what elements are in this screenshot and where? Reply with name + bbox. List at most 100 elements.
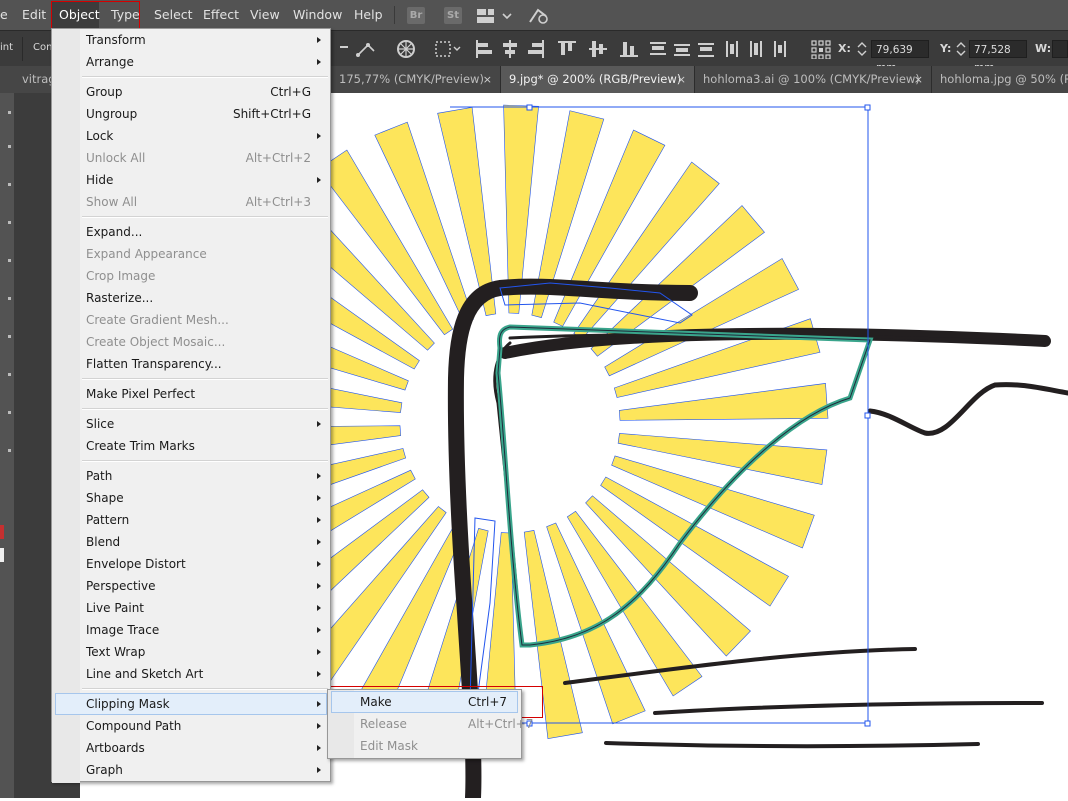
workspace-layout-icon[interactable]: [476, 8, 512, 24]
tool-markers: [0, 111, 11, 562]
menu-item-create-gradient-mesh: Create Gradient Mesh...: [52, 309, 330, 331]
menu-item-artboards[interactable]: Artboards: [52, 737, 330, 759]
menu-item-make-pixel-perfect[interactable]: Make Pixel Perfect: [52, 383, 330, 405]
recolor-artwork-icon[interactable]: [396, 39, 416, 59]
menubar-divider: [394, 6, 395, 24]
menu-view[interactable]: View: [250, 0, 280, 30]
w-field[interactable]: [1052, 40, 1068, 58]
submenu-arrow-icon: [317, 767, 321, 773]
menu-item-label: Compound Path: [86, 719, 182, 733]
menu-item-shortcut: Alt+Ctrl+2: [245, 151, 311, 165]
submenu-item-label: Make: [360, 695, 392, 709]
menu-item-flatten-transparency[interactable]: Flatten Transparency...: [52, 353, 330, 375]
menu-item-create-trim-marks[interactable]: Create Trim Marks: [52, 435, 330, 457]
submenu-arrow-icon: [317, 561, 321, 567]
menu-item-transform[interactable]: Transform: [52, 29, 330, 51]
menu-item-label: Clipping Mask: [86, 697, 170, 711]
tab-close-icon[interactable]: ×: [483, 66, 492, 93]
menu-item-text-wrap[interactable]: Text Wrap: [52, 641, 330, 663]
menu-item-live-paint[interactable]: Live Paint: [52, 597, 330, 619]
menu-item-line-and-sketch-art[interactable]: Line and Sketch Art: [52, 663, 330, 685]
menu-bar: e Edit Object Type Select Effect View Wi…: [0, 0, 1068, 30]
menu-item-compound-path[interactable]: Compound Path: [52, 715, 330, 737]
menu-item-clipping-mask[interactable]: Clipping Mask: [52, 693, 330, 715]
submenu-arrow-icon: [317, 177, 321, 183]
menu-item-rasterize[interactable]: Rasterize...: [52, 287, 330, 309]
submenu-arrow-icon: [317, 517, 321, 523]
menu-window[interactable]: Window: [293, 0, 342, 30]
menu-item-lock[interactable]: Lock: [52, 125, 330, 147]
reference-point-icon[interactable]: [810, 39, 832, 59]
menu-item-expand-appearance: Expand Appearance: [52, 243, 330, 265]
submenu-arrow-icon: [317, 539, 321, 545]
menu-help[interactable]: Help: [354, 0, 383, 30]
clipping-mask-submenu: Make Ctrl+7 Release Alt+Ctrl+7 Edit Mask: [327, 689, 533, 759]
path-edit-icons[interactable]: [338, 39, 380, 59]
menu-item-ungroup[interactable]: Ungroup Shift+Ctrl+G: [52, 103, 330, 125]
y-field[interactable]: 77,528 mm: [969, 40, 1027, 74]
control-divider: [22, 37, 23, 61]
submenu-item-shortcut: Ctrl+7: [468, 695, 508, 709]
menu-item-slice[interactable]: Slice: [52, 413, 330, 435]
bridge-icon[interactable]: Br: [407, 7, 425, 24]
menu-item-envelope-distort[interactable]: Envelope Distort: [52, 553, 330, 575]
submenu-item-label: Edit Mask: [360, 739, 418, 753]
menu-item-label: Create Trim Marks: [86, 439, 195, 453]
menu-item-label: Blend: [86, 535, 121, 549]
tab-cmyk-preview[interactable]: 175,77% (CMYK/Preview) ×: [331, 66, 501, 93]
menu-item-group[interactable]: Group Ctrl+G: [52, 81, 330, 103]
menu-item-label: Line and Sketch Art: [86, 667, 204, 681]
menu-item-shape[interactable]: Shape: [52, 487, 330, 509]
menu-item-blend[interactable]: Blend: [52, 531, 330, 553]
x-stepper[interactable]: [856, 40, 868, 58]
tab-label: 9.jpg* @ 200% (RGB/Preview): [509, 72, 682, 86]
menu-item-graph[interactable]: Graph: [52, 759, 330, 781]
menu-effect[interactable]: Effect: [203, 0, 239, 30]
menu-item-unlock-all: Unlock All Alt+Ctrl+2: [52, 147, 330, 169]
menu-item-shortcut: Alt+Ctrl+3: [245, 195, 311, 209]
tab-vitrag[interactable]: vitrag: [14, 66, 54, 93]
menu-select[interactable]: Select: [154, 0, 193, 30]
align-to-selection-icon[interactable]: [434, 40, 462, 58]
tab-label: hohloma3.ai @ 100% (CMYK/Preview): [703, 72, 920, 86]
menu-item-label: Shape: [86, 491, 124, 505]
x-label: X:: [838, 42, 851, 55]
menu-item-label: Show All: [86, 195, 138, 209]
object-type-highlight-box: [51, 1, 140, 30]
menu-separator: [82, 408, 328, 410]
menu-item-perspective[interactable]: Perspective: [52, 575, 330, 597]
tab-close-icon[interactable]: ×: [914, 66, 923, 93]
menu-item-hide[interactable]: Hide: [52, 169, 330, 191]
menu-item-label: Path: [86, 469, 113, 483]
align-distribute-icons[interactable]: [474, 39, 799, 59]
menu-item-arrange[interactable]: Arrange: [52, 51, 330, 73]
stock-icon[interactable]: St: [444, 7, 462, 24]
menu-item-pattern[interactable]: Pattern: [52, 509, 330, 531]
menu-edit[interactable]: Edit: [22, 0, 46, 30]
menu-item-label: Image Trace: [86, 623, 160, 637]
control-conn-label: Con: [33, 42, 53, 53]
menu-item-label: Crop Image: [86, 269, 156, 283]
menu-item-expand[interactable]: Expand...: [52, 221, 330, 243]
wavy-line-right: [867, 382, 1068, 436]
menu-item-path[interactable]: Path: [52, 465, 330, 487]
menu-item-create-object-mosaic: Create Object Mosaic...: [52, 331, 330, 353]
menu-file-partial[interactable]: e: [0, 0, 8, 30]
tools-panel: [0, 93, 14, 798]
menu-item-image-trace[interactable]: Image Trace: [52, 619, 330, 641]
tab-hohloma3-ai[interactable]: hohloma3.ai @ 100% (CMYK/Preview) ×: [695, 66, 932, 93]
submenu-item-make[interactable]: Make Ctrl+7: [328, 691, 521, 713]
menu-item-label: Group: [86, 85, 123, 99]
menu-separator: [82, 460, 328, 462]
menu-item-label: Live Paint: [86, 601, 145, 615]
submenu-arrow-icon: [317, 649, 321, 655]
x-field[interactable]: 79,639 mm: [871, 40, 929, 74]
gpu-performance-icon[interactable]: [528, 6, 550, 25]
tab-close-icon[interactable]: ×: [677, 66, 686, 93]
submenu-item-edit-mask: Edit Mask: [328, 735, 521, 757]
tab-hohloma-jpg[interactable]: hohloma.jpg @ 50% (RG: [932, 66, 1068, 93]
menu-item-shortcut: Ctrl+G: [270, 85, 311, 99]
menu-item-label: Slice: [86, 417, 115, 431]
tab-9-jpg[interactable]: 9.jpg* @ 200% (RGB/Preview) ×: [501, 66, 695, 93]
y-stepper[interactable]: [955, 40, 967, 58]
